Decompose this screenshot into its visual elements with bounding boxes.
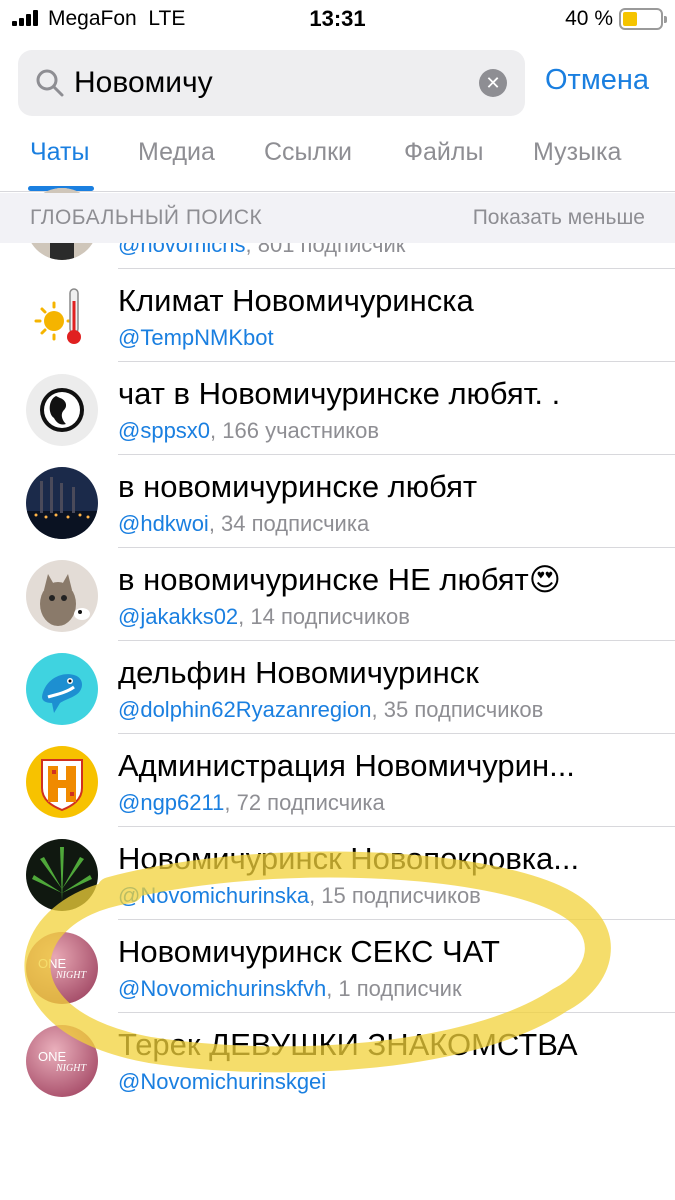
chat-handle: @TempNMKbot xyxy=(118,325,274,350)
chat-meta: , 72 подписчика xyxy=(224,790,385,815)
chat-title: Новомичуринск Новопокровка... xyxy=(118,841,580,876)
chat-subtitle: @Novomichurinska, 15 подписчиков xyxy=(118,883,481,909)
chat-subtitle: @hdkwoi, 34 подписчика xyxy=(118,511,369,537)
chat-handle: @sppsx0 xyxy=(118,418,211,443)
avatar-text: ONE xyxy=(38,1049,67,1064)
list-item[interactable]: ONE NIGHT Терек ДЕВУШКИ ЗНАКОМСТВА @Novo… xyxy=(0,1013,675,1106)
list-item[interactable]: Администрация Новомичурин... @ngp6211, 7… xyxy=(0,734,675,827)
dolphin-icon xyxy=(26,653,98,725)
chat-subtitle: @sppsx0, 166 участников xyxy=(118,418,379,444)
status-bar: MegaFon LTE 13:31 40 % xyxy=(0,0,675,40)
chat-meta: , 1 подписчик xyxy=(326,976,462,1001)
one-night-icon: ONE NIGHT xyxy=(26,932,98,1004)
tab-media[interactable]: Медиа xyxy=(138,138,215,167)
search-icon xyxy=(36,69,64,97)
power-plant-night-icon xyxy=(26,467,98,539)
tab-files[interactable]: Файлы xyxy=(404,138,483,167)
avatar-subtext: NIGHT xyxy=(55,1063,87,1074)
chat-subtitle: @ngp6211, 72 подписчика xyxy=(118,790,385,816)
list-item[interactable]: ONE NIGHT Новомичуринск СЕКС ЧАТ @Novomi… xyxy=(0,920,675,1013)
chat-handle: @ngp6211 xyxy=(118,790,225,815)
chat-meta: , 14 подписчиков xyxy=(238,604,410,629)
chat-meta: , 35 подписчиков xyxy=(371,697,544,722)
leaf-icon xyxy=(26,839,98,911)
chat-handle: @dolphin62Ryazanregion xyxy=(118,697,372,722)
section-header: ГЛОБАЛЬНЫЙ ПОИСК Показать меньше xyxy=(0,193,675,243)
chat-subtitle: @dolphin62Ryazanregion, 35 подписчиков xyxy=(118,697,543,723)
chat-subtitle: @Novomichurinskgei xyxy=(118,1069,326,1095)
chat-subtitle: @TempNMKbot xyxy=(118,325,274,351)
chat-subtitle: @Novomichurinskfvh, 1 подписчик xyxy=(118,976,462,1002)
cancel-button[interactable]: Отмена xyxy=(545,64,649,97)
one-night-icon: ONE NIGHT xyxy=(26,1025,98,1097)
coat-of-arms-icon xyxy=(26,746,98,818)
chat-title: Новомичуринск СЕКС ЧАТ xyxy=(118,934,500,969)
show-less-button[interactable]: Показать меньше xyxy=(473,206,645,230)
list-item[interactable]: в новомичуринске НЕ любят😍 @jakakks02, 1… xyxy=(0,548,675,641)
chat-meta: , 34 подписчика xyxy=(208,511,370,536)
cat-photo-icon xyxy=(26,560,98,632)
list-item[interactable]: чат в Новомичуринске любят. . @sppsx0, 1… xyxy=(0,362,675,455)
silhouette-logo-icon xyxy=(26,374,98,446)
chat-handle: @hdkwoi xyxy=(118,511,209,536)
chat-handle: @jakakks02 xyxy=(118,604,239,629)
chat-title: дельфин Новомичуринск xyxy=(118,655,479,690)
battery-icon xyxy=(619,8,667,30)
tab-links[interactable]: Ссылки xyxy=(264,138,352,167)
chat-title: Администрация Новомичурин... xyxy=(118,748,575,783)
list-item[interactable]: Новомичуринск Новопокровка... @Novomichu… xyxy=(0,827,675,920)
clear-icon[interactable]: ✕ xyxy=(479,69,507,97)
battery-percent: 40 % xyxy=(565,7,613,30)
thermometer-sun-icon xyxy=(26,281,98,353)
chat-handle: @Novomichurinskgei xyxy=(118,1069,327,1094)
chat-title: чат в Новомичуринске любят. . xyxy=(118,376,561,411)
list-item[interactable]: дельфин Новомичуринск @dolphin62Ryazanre… xyxy=(0,641,675,734)
list-item[interactable]: в новомичуринске любят @hdkwoi, 34 подпи… xyxy=(0,455,675,548)
search-input[interactable]: Новомичу ✕ xyxy=(18,50,525,116)
chat-meta: , 15 подписчиков xyxy=(309,883,481,908)
chat-handle: @Novomichurinska xyxy=(118,883,310,908)
chat-title: Климат Новомичуринска xyxy=(118,283,474,318)
chat-handle: @Novomichurinskfvh xyxy=(118,976,327,1001)
section-title: ГЛОБАЛЬНЫЙ ПОИСК xyxy=(30,206,263,229)
tab-chats[interactable]: Чаты xyxy=(30,138,89,167)
avatar-subtext: NIGHT xyxy=(55,970,87,981)
chat-subtitle: @jakakks02, 14 подписчиков xyxy=(118,604,410,630)
list-item[interactable]: Климат Новомичуринска @TempNMKbot xyxy=(0,269,675,362)
search-query: Новомичу xyxy=(74,66,213,99)
chat-title: Терек ДЕВУШКИ ЗНАКОМСТВА xyxy=(118,1027,578,1062)
avatar-text: ONE xyxy=(38,956,67,971)
chat-title: в новомичуринске любят xyxy=(118,469,478,504)
chat-title: в новомичуринске НЕ любят😍 xyxy=(118,562,562,597)
tab-music[interactable]: Музыка xyxy=(533,138,621,167)
chat-meta: , 166 участников xyxy=(210,418,380,443)
